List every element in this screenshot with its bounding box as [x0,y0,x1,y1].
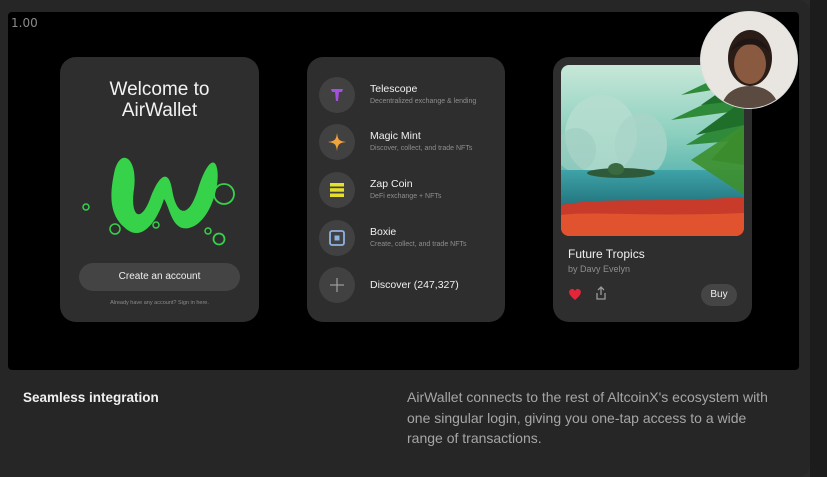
app-item-magic-mint[interactable]: Magic Mint Discover, collect, and trade … [319,124,499,160]
zoom-label: 1.00 [11,16,38,30]
boxie-icon [319,220,355,256]
airwallet-logo-icon [82,157,235,246]
app-description: Discover, collect, and trade NFTs [370,145,473,152]
welcome-title-line1: Welcome to [109,79,210,100]
app-item-telescope[interactable]: Telescope Decentralized exchange & lendi… [319,77,499,113]
app-name: Telescope [370,83,418,95]
app-item-discover[interactable]: Discover (247,327) [319,267,499,303]
app-name: Magic Mint [370,130,421,142]
create-account-button[interactable]: Create an account [79,263,240,291]
app-name: Zap Coin [370,178,413,190]
app-list-card: Telescope Decentralized exchange & lendi… [307,57,505,322]
plus-icon [319,267,355,303]
webcam-overlay [700,11,798,109]
section-body: AirWallet connects to the rest of Altcoi… [407,389,768,446]
telescope-icon [319,77,355,113]
zap-coin-icon [319,172,355,208]
app-description: DeFi exchange + NFTs [370,193,442,200]
welcome-title-line2: AirWallet [121,100,198,121]
nft-artist: by Davy Evelyn [568,264,631,274]
heart-icon[interactable] [568,287,582,301]
app-item-boxie[interactable]: Boxie Create, collect, and trade NFTs [319,220,499,256]
app-description: Decentralized exchange & lending [370,98,477,105]
app-name: Discover (247,327) [370,279,459,291]
sparkle-icon [319,124,355,160]
welcome-title: Welcome to AirWallet [60,79,259,121]
right-gutter [810,0,827,477]
buy-button[interactable]: Buy [701,284,737,306]
app-description: Create, collect, and trade NFTs [370,241,467,248]
section-heading: Seamless integration [23,390,159,405]
nft-title: Future Tropics [568,247,645,261]
welcome-card: Welcome to AirWallet Create an account A… [60,57,259,322]
share-icon[interactable] [594,286,608,301]
app-item-zap-coin[interactable]: Zap Coin DeFi exchange + NFTs [319,172,499,208]
sign-in-link[interactable]: Already have any account? Sign in here. [60,300,259,306]
app-name: Boxie [370,226,397,238]
